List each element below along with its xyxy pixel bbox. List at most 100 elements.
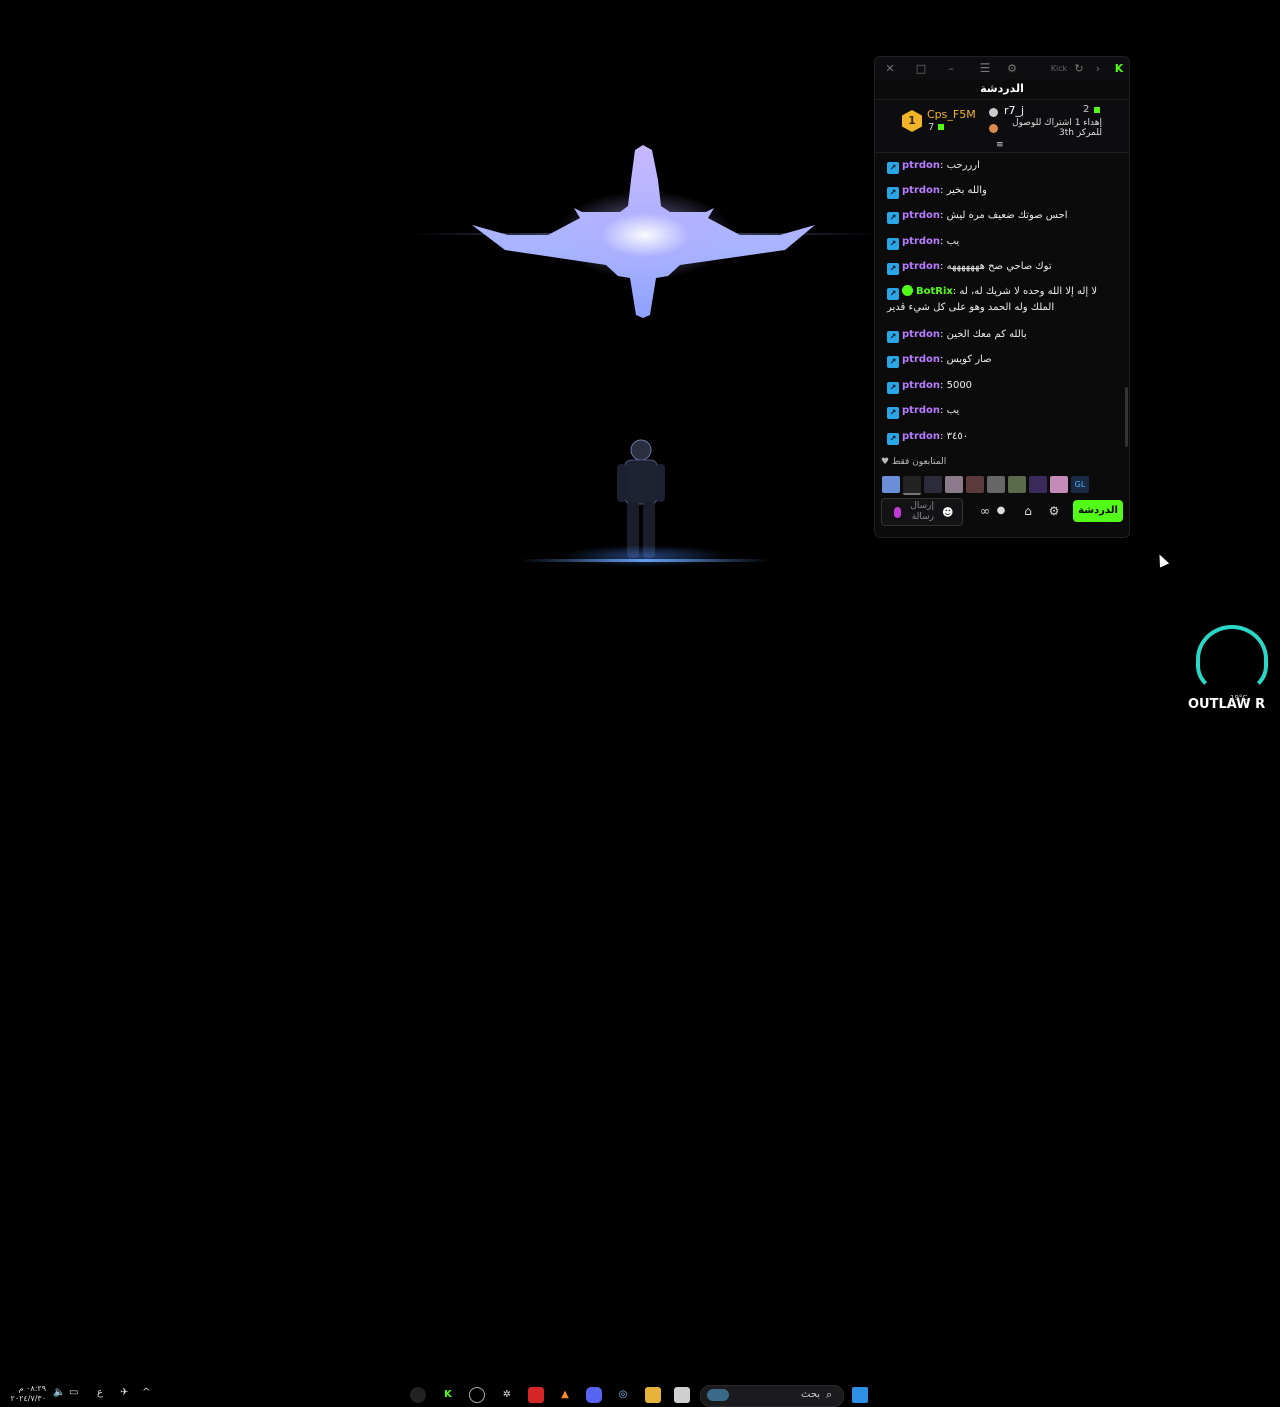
taskbar: ٠٨:٢٩ م ٢٠٢٤/٧/٣٠ 🔈 ▭ ع ✈ ^ K ✲ ▲ ◎ بحث … xyxy=(0,690,1280,1407)
followers-only-text: المتابعون فقط xyxy=(891,457,947,467)
rank-2-icon xyxy=(989,108,998,117)
chat-message: ↗ ptrdon: يب xyxy=(887,403,1117,419)
search-label: بحث xyxy=(801,1389,821,1400)
kick-app-icon[interactable]: K xyxy=(440,1387,456,1403)
search-icon: ⌕ xyxy=(826,1388,833,1401)
kick-chat-window: ✕ □ – ☰ ⚙ Kick ↻ › K الدردشة 1 Cps_F5M 7… xyxy=(874,56,1130,538)
emote[interactable] xyxy=(987,476,1005,493)
message-text: توك صاحي صح هههههههه xyxy=(946,261,1052,272)
message-text: بالله كم معك الحين xyxy=(946,329,1027,340)
username[interactable]: BotRix xyxy=(916,286,953,297)
sub-badge-icon: ↗ xyxy=(887,212,899,224)
app-icon[interactable] xyxy=(410,1387,426,1403)
emote[interactable] xyxy=(966,476,984,493)
sub-badge-icon: ↗ xyxy=(887,356,899,368)
message-text: احس صوتك ضعيف مره ليش xyxy=(946,210,1068,221)
rank-2-name[interactable]: r7_j xyxy=(1004,104,1024,117)
taskbar-search[interactable]: بحث ⌕ xyxy=(700,1385,844,1407)
app-orange-icon[interactable]: ▲ xyxy=(557,1387,573,1403)
tray-expand-icon[interactable]: ^ xyxy=(142,1387,150,1398)
emoji-icon[interactable]: ☻ xyxy=(942,506,953,519)
chat-input-bar: إرسال رسالة ☻ ∞ ● ⌂ ⚙ الدردشة xyxy=(881,498,1123,526)
floor-glow xyxy=(560,545,730,567)
chat-message: ↗ ptrdon: يب xyxy=(887,234,1117,250)
forward-icon[interactable]: › xyxy=(1090,60,1106,76)
sub-badge-icon: ↗ xyxy=(887,162,899,174)
message-text: ارررحب xyxy=(946,160,980,171)
app-white-icon[interactable] xyxy=(674,1387,690,1403)
message-text: يب xyxy=(946,405,960,416)
emote[interactable] xyxy=(882,476,900,493)
discord-icon[interactable] xyxy=(586,1387,602,1403)
username[interactable]: ptrdon xyxy=(902,329,940,340)
clock-date: ٢٠٢٤/٧/٣٠ xyxy=(10,1394,46,1403)
verified-icon xyxy=(902,285,913,296)
mic-icon[interactable] xyxy=(894,507,901,518)
chat-message: ↗ ptrdon: 5000 xyxy=(887,378,1117,394)
chat-message: ↗ ptrdon: صار كويس xyxy=(887,352,1117,368)
titlebar: ✕ □ – ☰ ⚙ Kick ↻ › K xyxy=(875,57,1129,79)
username[interactable]: ptrdon xyxy=(902,236,940,247)
sub-badge-icon: ↗ xyxy=(887,382,899,394)
app-red-icon[interactable] xyxy=(528,1387,544,1403)
folder-icon[interactable] xyxy=(645,1387,661,1403)
reload-icon[interactable]: ↻ xyxy=(1071,60,1087,76)
menu-icon[interactable]: ☰ xyxy=(977,60,993,76)
username[interactable]: ptrdon xyxy=(902,210,940,221)
emote[interactable] xyxy=(924,476,942,493)
username[interactable]: ptrdon xyxy=(902,405,940,416)
infinity-icon[interactable]: ∞ xyxy=(977,503,993,519)
predictions-icon[interactable]: ● xyxy=(993,503,1009,519)
steelseries-icon[interactable]: ✲ xyxy=(499,1387,515,1403)
emote-row: GL xyxy=(882,476,1089,495)
username[interactable]: ptrdon xyxy=(902,431,940,442)
sub-badge-icon: ↗ xyxy=(887,238,899,250)
maximize-icon[interactable]: □ xyxy=(913,60,929,76)
chat-message: ↗ ptrdon: والله بخير xyxy=(887,183,1117,199)
message-text: 5000 xyxy=(946,380,973,391)
clock[interactable]: ٠٨:٢٩ م ٢٠٢٤/٧/٣٠ xyxy=(10,1384,46,1404)
emote[interactable]: GL xyxy=(1071,476,1089,493)
emote[interactable] xyxy=(903,476,921,495)
username[interactable]: ptrdon xyxy=(902,160,940,171)
language-indicator[interactable]: ع xyxy=(97,1387,103,1398)
chat-send-button[interactable]: الدردشة xyxy=(1073,500,1123,522)
network-icon[interactable]: ▭ xyxy=(69,1387,78,1398)
gift-icon-2 xyxy=(1094,107,1100,113)
gift-icon xyxy=(938,124,944,130)
username[interactable]: ptrdon xyxy=(902,354,940,365)
username[interactable]: ptrdon xyxy=(902,261,940,272)
minimize-icon[interactable]: – xyxy=(943,60,959,76)
steam-icon[interactable]: ◎ xyxy=(615,1387,631,1403)
rank-2-count: 2 xyxy=(1083,104,1090,115)
chat-title: الدردشة xyxy=(875,79,1129,100)
emote[interactable] xyxy=(1050,476,1068,493)
weather-temp[interactable]: 19°C xyxy=(1230,694,1247,702)
followers-only-label: ♥ المتابعون فقط xyxy=(881,457,946,467)
store-icon[interactable]: ⌂ xyxy=(1020,503,1036,519)
windows-start-icon[interactable] xyxy=(852,1387,868,1403)
username[interactable]: ptrdon xyxy=(902,185,940,196)
sub-badge-icon: ↗ xyxy=(887,263,899,275)
settings-icon[interactable]: ⚙ xyxy=(1046,503,1062,519)
extension-icon[interactable]: ⚙ xyxy=(1004,60,1020,76)
volume-icon[interactable]: 🔈 xyxy=(53,1387,65,1398)
sub-badge-icon: ↗ xyxy=(887,407,899,419)
tray-app-icon[interactable]: ✈ xyxy=(120,1387,128,1398)
username[interactable]: ptrdon xyxy=(902,380,940,391)
emote[interactable] xyxy=(1008,476,1026,493)
chat-messages: ↗ ptrdon: ارررحب ↗ ptrdon: والله بخير ↗ ptr… xyxy=(875,155,1129,455)
emote[interactable] xyxy=(945,476,963,493)
watermark-text: OUTLAW R xyxy=(1188,697,1266,712)
collapse-icon[interactable]: ≡ xyxy=(996,140,1004,150)
chat-message: ↗ ptrdon: بالله كم معك الحين xyxy=(887,327,1117,343)
message-text: ٣٤٥٠ xyxy=(946,431,969,442)
emote[interactable] xyxy=(1029,476,1047,493)
chat-scrollbar[interactable] xyxy=(1125,387,1128,447)
rank-3-desc: إهداء 1 اشتراك للوصول للمركز 3th xyxy=(1012,118,1102,138)
chat-input[interactable]: إرسال رسالة ☻ xyxy=(881,498,963,526)
rank-1-name[interactable]: Cps_F5M xyxy=(927,108,976,121)
chat-message: ↗ ptrdon: توك صاحي صح هههههههه xyxy=(887,259,1117,275)
speedtest-icon[interactable] xyxy=(469,1387,485,1403)
close-icon[interactable]: ✕ xyxy=(882,60,898,76)
